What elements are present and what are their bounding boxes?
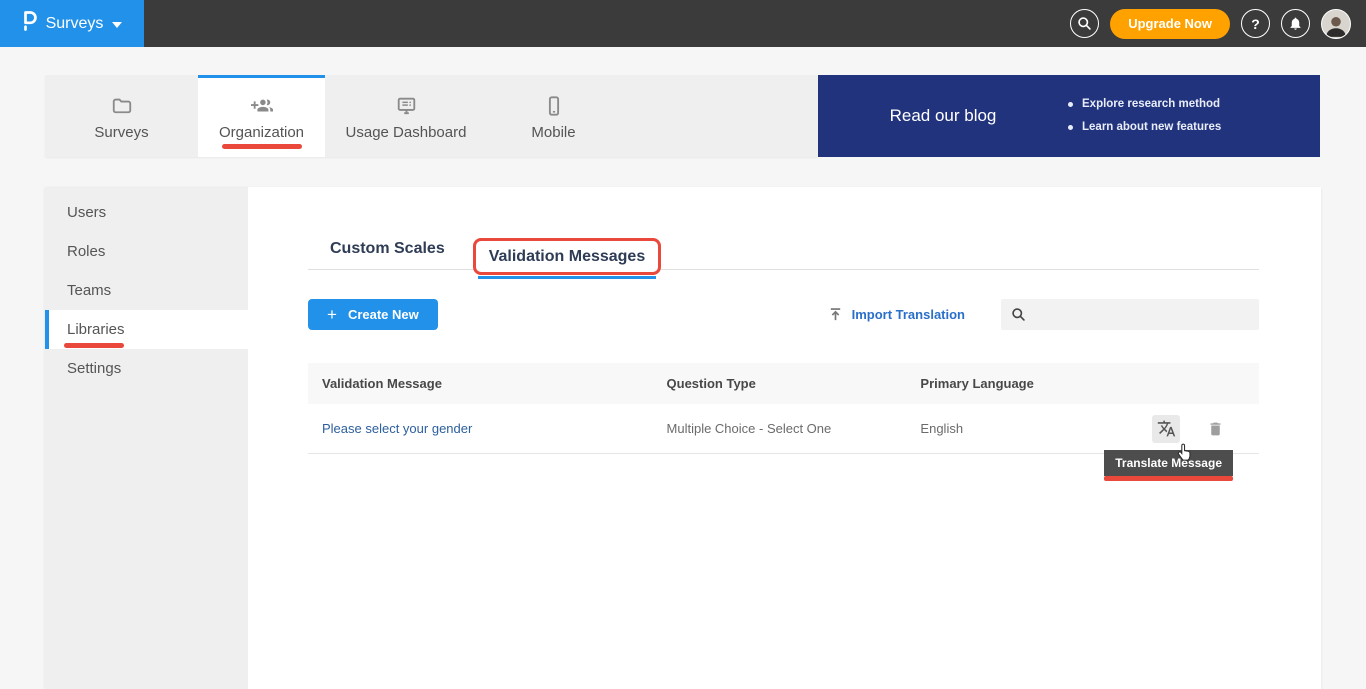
- trash-icon: [1207, 420, 1224, 438]
- person-photo-icon: [1323, 12, 1349, 38]
- search-button[interactable]: [1070, 9, 1099, 38]
- sidebar-item-libraries[interactable]: Libraries: [45, 310, 248, 349]
- bell-icon: [1288, 16, 1303, 31]
- plus-icon: +: [327, 305, 337, 325]
- sidebar-item-settings[interactable]: Settings: [45, 349, 248, 388]
- module-tab-usage-dashboard[interactable]: Usage Dashboard: [325, 75, 487, 157]
- group-add-icon: [250, 95, 274, 117]
- toolbar-right: Import Translation: [828, 299, 1259, 330]
- primary-language-value: English: [920, 421, 1112, 436]
- create-new-label: Create New: [348, 307, 419, 322]
- upgrade-now-button[interactable]: Upgrade Now: [1110, 9, 1230, 39]
- column-header-primary-language: Primary Language: [920, 376, 1112, 391]
- sidebar-item-label: Settings: [67, 360, 121, 377]
- validation-messages-table: Validation Message Question Type Primary…: [308, 363, 1259, 454]
- library-tabs: Custom Scales Validation Messages: [330, 235, 1259, 268]
- libraries-content: Custom Scales Validation Messages + Crea…: [248, 187, 1321, 689]
- product-switcher[interactable]: Surveys: [0, 0, 144, 47]
- translate-message-button[interactable]: [1152, 415, 1180, 443]
- hand-cursor-icon: [1174, 442, 1193, 464]
- annotation-underline-libraries: [64, 343, 124, 348]
- module-tab-mobile[interactable]: Mobile: [487, 75, 620, 157]
- product-switcher-label: Surveys: [46, 15, 104, 33]
- sidebar-item-label: Teams: [67, 282, 111, 299]
- questionpro-logo-icon: [22, 10, 37, 37]
- import-translation-link[interactable]: Import Translation: [828, 307, 965, 322]
- column-header-question-type: Question Type: [667, 376, 921, 391]
- module-tab-surveys[interactable]: Surveys: [45, 75, 198, 157]
- blog-bullet-text: Explore research method: [1082, 93, 1220, 116]
- blog-bullet-item: Explore research method: [1068, 93, 1221, 116]
- sidebar-item-label: Libraries: [67, 321, 125, 338]
- topbar: Surveys Upgrade Now ?: [0, 0, 1366, 47]
- user-avatar[interactable]: [1321, 9, 1351, 39]
- question-type-value: Multiple Choice - Select One: [667, 421, 921, 436]
- module-tab-label: Organization: [219, 124, 304, 141]
- tab-validation-messages-label: Validation Messages: [489, 248, 646, 265]
- blog-bullet-item: Learn about new features: [1068, 116, 1221, 139]
- topbar-actions: Upgrade Now ?: [1070, 9, 1366, 39]
- table-header-row: Validation Message Question Type Primary…: [308, 363, 1259, 404]
- column-header-validation-message: Validation Message: [308, 376, 667, 391]
- tooltip-label: Translate Message: [1115, 456, 1222, 470]
- sidebar-item-label: Roles: [67, 243, 105, 260]
- folder-icon: [111, 95, 133, 117]
- bullet-dot-icon: [1068, 125, 1073, 130]
- module-tabs: Surveys Organization Usage Dashboard: [45, 75, 818, 157]
- import-translation-label: Import Translation: [852, 307, 965, 322]
- search-icon: [1077, 16, 1092, 31]
- sidebar-item-label: Users: [67, 204, 106, 221]
- module-tab-label: Surveys: [94, 124, 148, 141]
- blog-banner-bullets: Explore research method Learn about new …: [1068, 93, 1257, 139]
- upload-icon: [828, 307, 843, 322]
- bullet-dot-icon: [1068, 102, 1073, 107]
- dashboard-monitor-icon: [395, 95, 418, 117]
- tabs-divider: [308, 269, 1259, 270]
- translate-message-tooltip: Translate Message: [1104, 450, 1233, 476]
- module-tab-organization[interactable]: Organization: [198, 75, 325, 157]
- blog-banner[interactable]: Read our blog Explore research method Le…: [818, 75, 1320, 157]
- question-mark-icon: ?: [1251, 16, 1260, 32]
- active-tab-indicator: [478, 276, 657, 279]
- delete-button[interactable]: [1201, 415, 1229, 443]
- blog-banner-title: Read our blog: [818, 106, 1068, 126]
- main-card: Users Roles Teams Libraries Settings Cus…: [45, 187, 1321, 689]
- blog-bullet-text: Learn about new features: [1082, 116, 1221, 139]
- chevron-down-icon: [112, 22, 122, 28]
- row-actions: [1113, 415, 1259, 443]
- search-input[interactable]: [1032, 307, 1252, 322]
- table-row: Please select your gender Multiple Choic…: [308, 404, 1259, 454]
- tab-validation-messages[interactable]: Validation Messages: [473, 238, 662, 275]
- search-icon: [1011, 307, 1026, 322]
- mobile-phone-icon: [543, 95, 565, 117]
- tab-custom-scales[interactable]: Custom Scales: [330, 240, 445, 268]
- notifications-button[interactable]: [1281, 9, 1310, 38]
- sidebar-item-roles[interactable]: Roles: [45, 232, 248, 271]
- help-button[interactable]: ?: [1241, 9, 1270, 38]
- table-search-box: [1001, 299, 1259, 330]
- validation-message-link[interactable]: Please select your gender: [322, 421, 472, 436]
- module-tab-label: Usage Dashboard: [346, 124, 467, 141]
- module-tab-label: Mobile: [531, 124, 575, 141]
- toolbar: + Create New Import Translation: [308, 299, 1259, 330]
- translate-icon: [1157, 419, 1176, 438]
- sidebar-item-users[interactable]: Users: [45, 193, 248, 232]
- module-nav-row: Surveys Organization Usage Dashboard: [45, 75, 1321, 157]
- sidebar-item-teams[interactable]: Teams: [45, 271, 248, 310]
- annotation-underline-tooltip: [1104, 476, 1233, 481]
- settings-sidebar: Users Roles Teams Libraries Settings: [45, 187, 248, 689]
- annotation-underline-organization: [222, 144, 302, 149]
- create-new-button[interactable]: + Create New: [308, 299, 438, 330]
